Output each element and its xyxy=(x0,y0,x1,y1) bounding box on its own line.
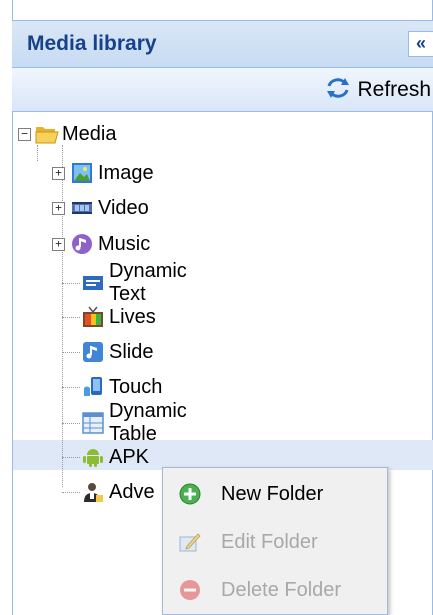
refresh-button[interactable]: Refresh xyxy=(325,74,431,106)
tree-item-adve[interactable]: Adve xyxy=(82,475,155,509)
dynamic-text-icon xyxy=(82,272,104,294)
tree-item-label: Adve xyxy=(109,480,155,503)
tree-item-dynamic-table[interactable]: Dynamic Table xyxy=(82,400,187,445)
tree-item-label: Image xyxy=(98,161,154,184)
menu-item-label: Delete Folder xyxy=(221,578,342,601)
tree-item-slide[interactable]: Slide xyxy=(82,335,153,369)
android-icon xyxy=(82,446,104,468)
touch-icon xyxy=(82,376,104,398)
tree-item-dynamic-text[interactable]: Dynamic Text xyxy=(82,260,187,305)
tree-item-label: Video xyxy=(98,196,149,219)
delete-icon xyxy=(179,579,201,601)
menu-item-label: Edit Folder xyxy=(221,530,318,553)
refresh-icon xyxy=(325,76,351,105)
edit-icon xyxy=(179,531,201,553)
tree-item-touch[interactable]: Touch xyxy=(82,370,162,404)
tree-item-label: Touch xyxy=(109,375,163,398)
music-icon xyxy=(71,233,93,255)
tree-root-label: Media xyxy=(62,122,117,145)
slide-icon xyxy=(82,341,104,363)
tree-item-video[interactable]: + Video xyxy=(52,191,149,225)
tree-item-label: APK xyxy=(109,445,150,468)
expand-toggle-icon[interactable]: + xyxy=(52,166,65,180)
collapse-button[interactable]: « xyxy=(408,31,433,57)
tree-item-image[interactable]: + Image xyxy=(52,156,154,190)
panel-title: Media library xyxy=(27,32,157,55)
refresh-label: Refresh xyxy=(357,78,431,101)
tree-item-apk[interactable]: APK xyxy=(82,440,149,474)
context-menu: New Folder Edit Folder Delete Folder xyxy=(162,467,388,615)
advertiser-icon xyxy=(82,481,104,503)
tree-item-lives[interactable]: Lives xyxy=(82,300,156,334)
expand-toggle-icon[interactable]: + xyxy=(52,237,65,251)
tv-icon xyxy=(82,306,104,328)
tree-item-label: Slide xyxy=(109,340,154,363)
tree-item-music[interactable]: + Music xyxy=(52,227,150,261)
open-folder-icon xyxy=(35,123,59,145)
expand-toggle-icon[interactable]: + xyxy=(52,201,65,215)
selected-row-highlight xyxy=(13,440,433,470)
tree-item-label: Lives xyxy=(109,305,156,328)
add-icon xyxy=(179,483,201,505)
collapse-toggle-icon[interactable]: − xyxy=(18,127,31,141)
menu-item-label: New Folder xyxy=(221,482,324,505)
video-icon xyxy=(71,197,93,219)
tree-item-label: Music xyxy=(98,232,151,255)
table-icon xyxy=(82,412,104,434)
panel-header: Media library « xyxy=(12,20,433,68)
menu-item-edit-folder[interactable]: Edit Folder xyxy=(163,520,387,564)
menu-item-new-folder[interactable]: New Folder xyxy=(163,472,387,516)
toolbar: Refresh xyxy=(12,68,433,112)
tree-root-media[interactable]: − Media xyxy=(18,117,116,151)
image-icon xyxy=(71,162,93,184)
menu-item-delete-folder[interactable]: Delete Folder xyxy=(163,568,387,612)
